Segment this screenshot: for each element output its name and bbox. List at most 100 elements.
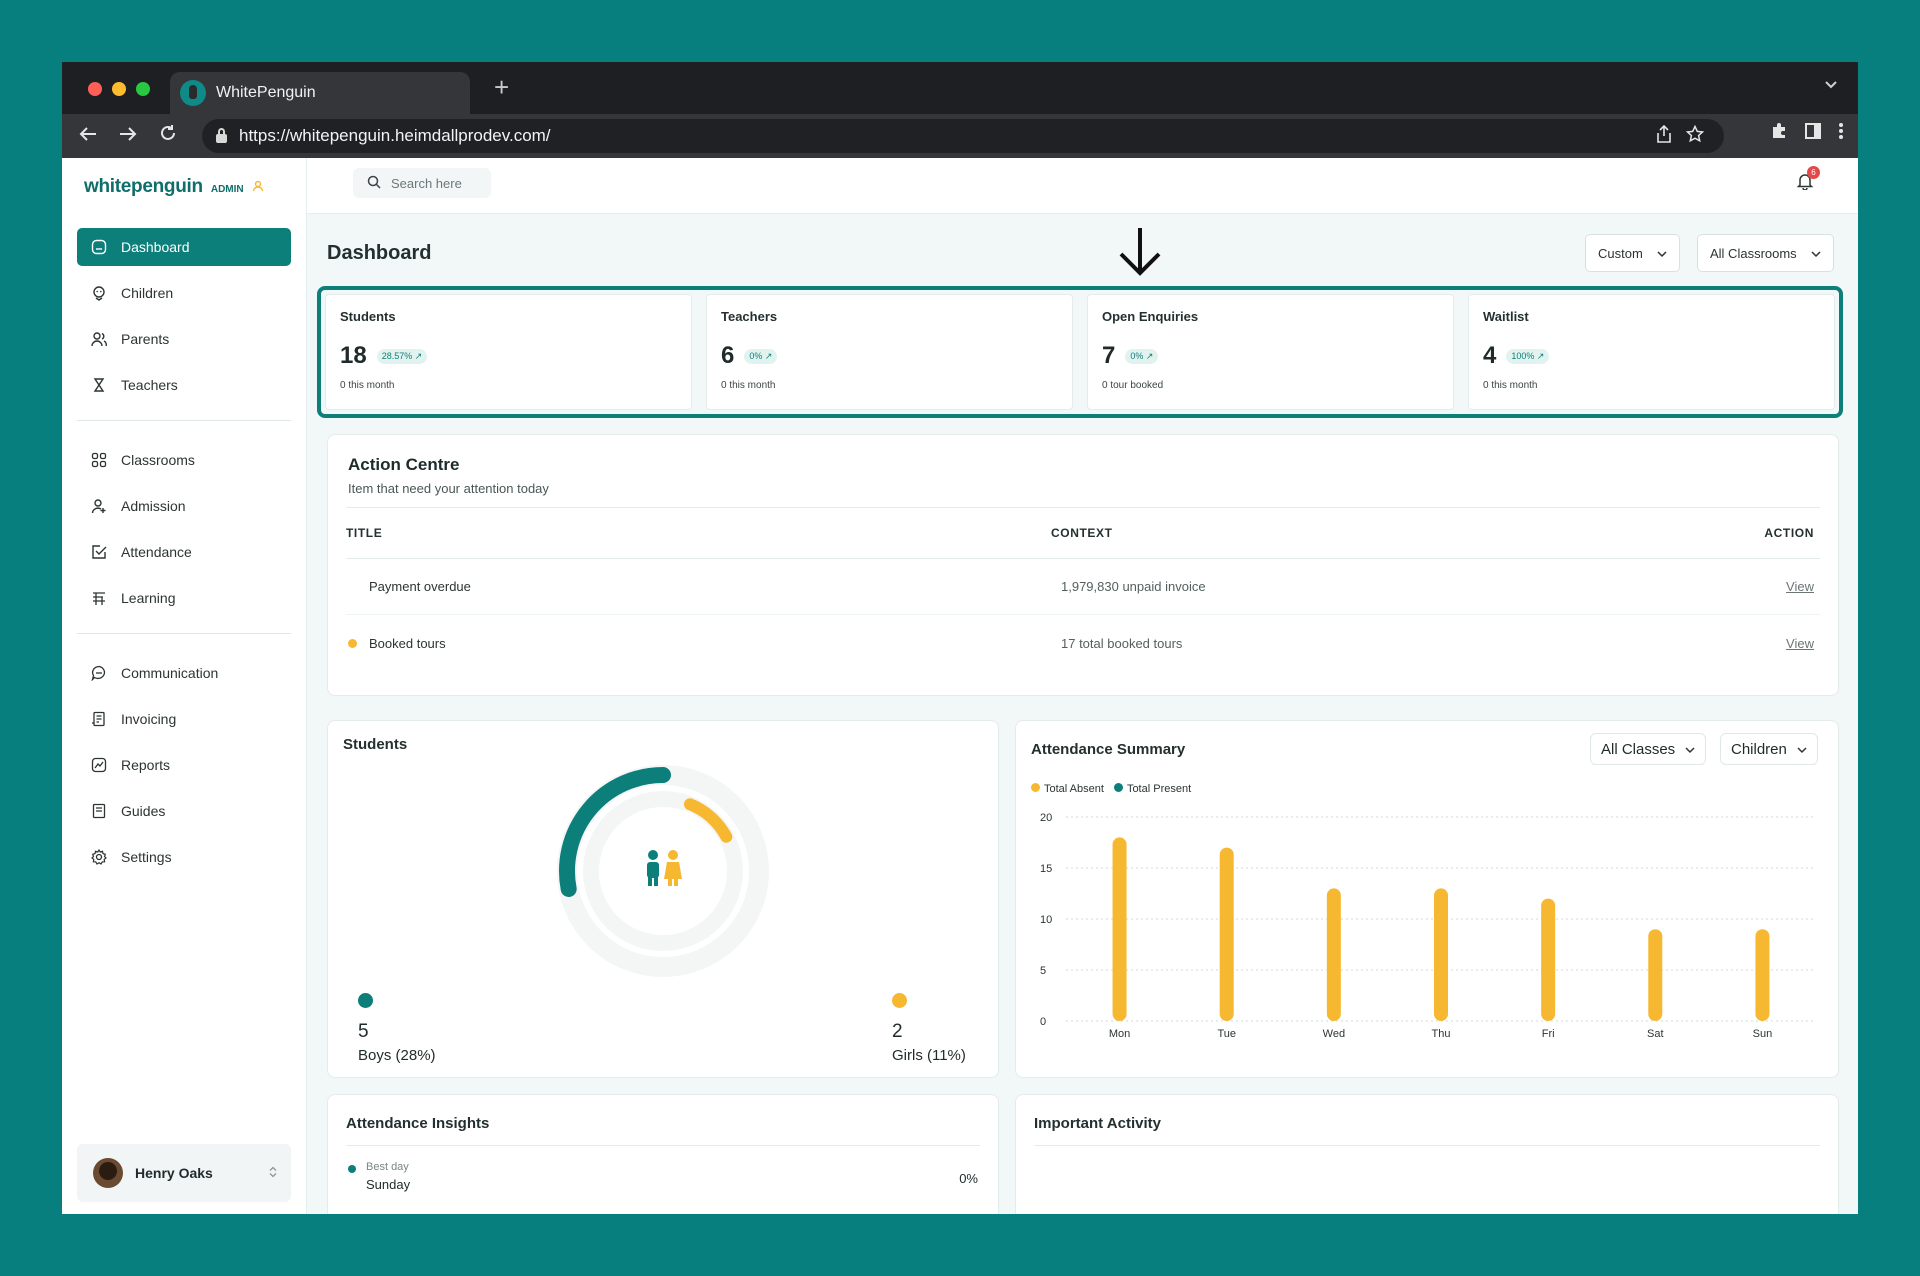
- admin-user-icon: [252, 180, 264, 195]
- browser-tab[interactable]: WhitePenguin: [170, 72, 470, 114]
- sidebar-item-invoicing[interactable]: Invoicing: [77, 700, 291, 738]
- bar-total-absent-wed[interactable]: [1326, 888, 1341, 1021]
- url-field[interactable]: https://whitepenguin.heimdallprodev.com/: [202, 119, 1724, 153]
- stat-subtext: 0 this month: [1483, 380, 1538, 391]
- x-tick-label: Sun: [1753, 1028, 1773, 1040]
- group-filter-dropdown[interactable]: Children: [1720, 733, 1818, 765]
- bar-total-absent-mon[interactable]: [1112, 837, 1127, 1021]
- attendance-summary-card: Attendance Summary All Classes Children …: [1015, 720, 1839, 1078]
- classes-filter-dropdown[interactable]: All Classes: [1590, 733, 1707, 765]
- x-tick-label: Fri: [1542, 1028, 1555, 1040]
- girls-count: 2: [892, 1021, 903, 1042]
- bar-total-absent-sun[interactable]: [1755, 929, 1770, 1021]
- chevron-up-down-icon: [269, 1166, 277, 1181]
- sidebar-item-admission[interactable]: Admission: [77, 487, 291, 525]
- bookmark-star-icon[interactable]: [1685, 124, 1705, 148]
- sidebar-item-guides[interactable]: Guides: [77, 792, 291, 830]
- tab-list-chevron-icon[interactable]: [1824, 78, 1838, 97]
- browser-menu-kebab-icon[interactable]: [1838, 122, 1844, 145]
- boys-legend-dot: [358, 993, 373, 1008]
- attendance-bar-chart: 0 5 10 15 20 Mon Tue Wed Thu Fri Sat Sun: [1040, 812, 1816, 1040]
- back-arrow-icon[interactable]: [68, 125, 108, 148]
- legend-label: Total Absent: [1044, 783, 1104, 795]
- teacher-icon: [91, 377, 107, 393]
- sidebar-item-label: Invoicing: [121, 711, 177, 727]
- stat-card-teachers[interactable]: Teachers 6 0% ↗ 0 this month: [706, 294, 1073, 410]
- minimize-window-button[interactable]: [112, 82, 126, 96]
- sidebar-item-parents[interactable]: Parents: [77, 320, 291, 358]
- sidebar-item-children[interactable]: Children: [77, 274, 291, 312]
- sidebar-item-label: Learning: [121, 590, 176, 606]
- bar-total-absent-fri[interactable]: [1541, 898, 1556, 1021]
- view-link[interactable]: View: [1786, 636, 1814, 651]
- sidebar-item-classrooms[interactable]: Classrooms: [77, 441, 291, 479]
- penguin-favicon-icon: [180, 80, 206, 106]
- url-text: https://whitepenguin.heimdallprodev.com/: [239, 126, 551, 145]
- period-filter-dropdown[interactable]: Custom: [1585, 234, 1680, 272]
- sidebar-item-communication[interactable]: Communication: [77, 654, 291, 692]
- stat-subtext: 0 tour booked: [1102, 380, 1164, 391]
- table-row: Booked tours 17 total booked tours View: [346, 615, 1820, 671]
- stat-value: 18: [340, 342, 367, 369]
- stat-card-open-enquiries[interactable]: Open Enquiries 7 0% ↗ 0 tour booked: [1087, 294, 1454, 410]
- window-controls: [88, 82, 150, 96]
- forward-arrow-icon[interactable]: [108, 125, 148, 148]
- row-context: 17 total booked tours: [1061, 635, 1183, 651]
- app-logo[interactable]: whitepenguin ADMIN: [84, 176, 264, 198]
- sidebar: whitepenguin ADMIN Dashboard Children Pa…: [62, 158, 307, 1214]
- user-menu[interactable]: Henry Oaks: [77, 1144, 291, 1202]
- lock-icon: [216, 127, 227, 143]
- notification-bell-icon[interactable]: 6: [1796, 166, 1820, 195]
- reload-icon[interactable]: [148, 124, 188, 148]
- classrooms-filter-dropdown[interactable]: All Classrooms: [1697, 234, 1834, 272]
- y-tick-label: 20: [1040, 812, 1052, 824]
- search-input[interactable]: Search here: [353, 168, 491, 198]
- address-bar: https://whitepenguin.heimdallprodev.com/: [62, 114, 1858, 158]
- extensions-puzzle-icon[interactable]: [1770, 122, 1788, 145]
- sidebar-item-teachers[interactable]: Teachers: [77, 366, 291, 404]
- stat-change-badge: 0% ↗: [744, 348, 778, 364]
- avatar: [93, 1158, 123, 1188]
- bar-total-absent-sat[interactable]: [1648, 929, 1663, 1021]
- sidebar-item-settings[interactable]: Settings: [77, 838, 291, 876]
- sidebar-item-dashboard[interactable]: Dashboard: [77, 228, 291, 266]
- stat-card-waitlist[interactable]: Waitlist 4 100% ↗ 0 this month: [1468, 294, 1835, 410]
- browser-tab-bar: WhitePenguin +: [62, 62, 1858, 114]
- sidebar-item-reports[interactable]: Reports: [77, 746, 291, 784]
- app: whitepenguin ADMIN Dashboard Children Pa…: [62, 158, 1858, 1214]
- best-day-label: Best day: [366, 1161, 409, 1173]
- stat-change-badge: 100% ↗: [1506, 348, 1550, 364]
- sidebar-item-learning[interactable]: Learning: [77, 579, 291, 617]
- close-window-button[interactable]: [88, 82, 102, 96]
- students-card: Students 5 Boys (28%) 2 Girls (11%): [327, 720, 999, 1078]
- view-link[interactable]: View: [1786, 579, 1814, 594]
- sidebar-item-label: Attendance: [121, 544, 192, 560]
- bar-total-absent-thu[interactable]: [1434, 888, 1448, 1021]
- sidebar-item-label: Guides: [121, 803, 166, 819]
- best-day-percentage: 0%: [959, 1171, 978, 1186]
- bar-total-absent-tue[interactable]: [1219, 847, 1234, 1021]
- parents-icon: [91, 331, 107, 347]
- column-header-action: ACTION: [1764, 526, 1814, 540]
- maximize-window-button[interactable]: [136, 82, 150, 96]
- sidebar-item-label: Parents: [121, 331, 170, 347]
- tab-title: WhitePenguin: [216, 84, 316, 101]
- stat-label: Waitlist: [1483, 309, 1529, 324]
- new-tab-button[interactable]: +: [494, 72, 509, 102]
- legend-item-absent: Total Absent: [1031, 783, 1104, 795]
- side-panel-icon[interactable]: [1804, 122, 1822, 145]
- browser-window: WhitePenguin + https://whitepenguin.heim…: [62, 62, 1858, 1214]
- best-day-dot: [348, 1165, 356, 1173]
- chevron-down-icon: [1811, 246, 1821, 261]
- page-title: Dashboard: [327, 242, 432, 264]
- chart-legend: Total Absent Total Present: [1031, 783, 1191, 795]
- students-donut-chart: [557, 765, 769, 977]
- stat-card-students[interactable]: Students 18 28.57% ↗ 0 this month: [325, 294, 692, 410]
- y-tick-label: 0: [1040, 1016, 1046, 1028]
- admin-badge: ADMIN: [210, 184, 244, 195]
- sidebar-item-label: Children: [121, 285, 174, 301]
- share-icon[interactable]: [1656, 124, 1672, 148]
- stat-value: 4: [1483, 342, 1497, 369]
- sidebar-item-attendance[interactable]: Attendance: [77, 533, 291, 571]
- table-row: Payment overdue 1,979,830 unpaid invoice…: [346, 559, 1820, 615]
